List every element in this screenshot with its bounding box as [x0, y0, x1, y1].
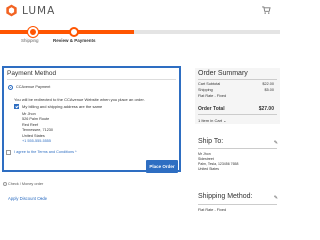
summary-row-value: $22.00	[262, 82, 274, 86]
place-order-button[interactable]: Place Order	[146, 160, 178, 173]
summary-row-value: $5.00	[264, 88, 274, 92]
summary-row: Shipping $5.00	[198, 88, 274, 92]
order-summary: Order Summary Cart Subtotal $22.00 Shipp…	[195, 68, 280, 124]
address-phone[interactable]: +1 555-555-5555	[22, 139, 53, 144]
summary-row: Flat Rate - Fixed	[198, 94, 274, 98]
ccavenue-radio[interactable]	[8, 85, 13, 90]
shipping-method-title: Shipping Method:	[198, 193, 253, 200]
summary-row-label: Cart Subtotal	[198, 82, 221, 86]
ccavenue-label[interactable]: CCAvenue Payment	[16, 85, 50, 89]
order-total: Order Total $27.00	[198, 106, 274, 112]
luma-logo-icon	[6, 4, 17, 17]
chevron-down-icon[interactable]: ⌄	[39, 195, 43, 201]
ship-to-line: United States	[198, 167, 220, 171]
same-address-label[interactable]: My billing and shipping address are the …	[22, 104, 102, 109]
address-state: Tennessee, 71230	[22, 128, 54, 133]
items-in-cart-label[interactable]: 1 Item in Cart	[198, 118, 222, 123]
billing-address: Mr Jhon 526 Palm Route Red Reef Tennesse…	[22, 112, 53, 144]
order-total-label: Order Total	[198, 106, 225, 112]
divider	[198, 204, 277, 205]
step-shipping-dot[interactable]	[28, 27, 38, 37]
summary-row-label: Shipping	[198, 88, 213, 92]
brand-logo[interactable]: LUMA	[5, 4, 55, 17]
step-review-dot	[69, 27, 79, 37]
ship-to-address: Mr Jhon Sidestreet Palm, Tesla, 123456 7…	[198, 152, 238, 172]
edit-pencil-icon[interactable]: ✎	[274, 140, 278, 146]
shipping-method-value: Flat Rate - Fixed	[198, 208, 227, 212]
items-in-cart-toggle[interactable]: 1 Item in Cart ⌄	[198, 118, 227, 123]
progress-bar-remaining	[134, 30, 280, 34]
check-money-order-label[interactable]: Check / Money order	[8, 182, 43, 186]
order-total-value: $27.00	[258, 106, 274, 112]
redirect-notice: You will be redirected to the CCAvenue W…	[14, 97, 145, 102]
brand-name: LUMA	[22, 4, 56, 17]
ship-to-block: Ship To: ✎ Mr Jhon Sidestreet Palm, Tesl…	[195, 138, 280, 180]
check-money-order-radio[interactable]	[3, 182, 7, 186]
order-summary-title: Order Summary	[198, 70, 248, 77]
summary-row-label: Flat Rate - Fixed	[198, 94, 227, 98]
step-shipping-label[interactable]: Shipping	[21, 38, 39, 43]
summary-row: Cart Subtotal $22.00	[198, 82, 274, 86]
shipping-method-block: Shipping Method: ✎ Flat Rate - Fixed	[195, 191, 280, 220]
checkout-progress: Shipping Review & Payments	[0, 26, 280, 44]
divider	[198, 79, 277, 80]
same-address-checkbox[interactable]	[14, 104, 19, 109]
payment-method-panel: Payment Method CCAvenue Payment You will…	[2, 66, 181, 173]
divider	[198, 114, 277, 115]
ship-to-title: Ship To:	[198, 138, 224, 145]
chevron-down-icon[interactable]: ⌄	[223, 118, 226, 123]
terms-link[interactable]: I agree to the Terms and Conditions *	[14, 150, 77, 154]
edit-pencil-icon[interactable]: ✎	[274, 195, 278, 201]
divider	[7, 79, 176, 80]
cart-icon[interactable]	[262, 6, 271, 14]
divider	[198, 148, 277, 149]
payment-method-title: Payment Method	[7, 70, 57, 77]
step-review-label: Review & Payments	[53, 38, 96, 43]
terms-checkbox[interactable]	[6, 150, 11, 155]
